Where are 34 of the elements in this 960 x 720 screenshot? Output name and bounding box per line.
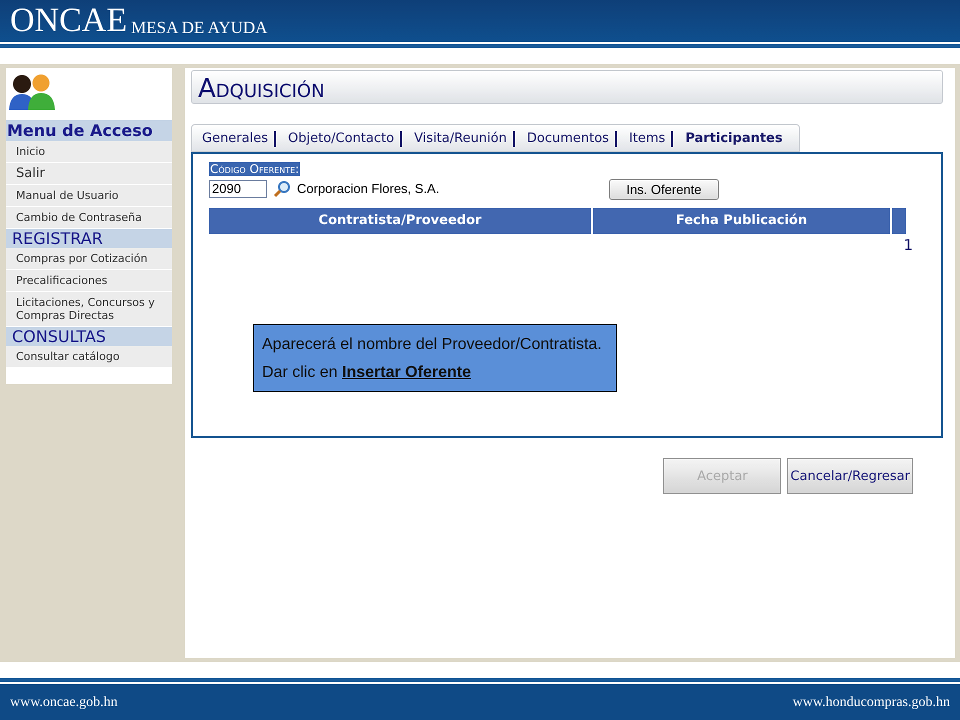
input-field[interactable]: 2090 [209,180,267,198]
sidebar-item[interactable]: Salir [6,163,172,185]
tab[interactable]: Visita/Reunión [408,131,515,147]
footer-link[interactable]: www.honducompras.gob.hn [792,695,950,711]
column-header [892,208,906,234]
header-subtitle: MESA DE AYUDA [131,18,268,38]
page-title: Adquisición [191,70,943,104]
sidebar-item[interactable]: Licitaciones, Concursos y Compras Directas [6,292,172,327]
search-icon[interactable] [273,180,291,198]
users-icon [8,72,56,112]
cancel-button[interactable]: Cancelar/Regresar [787,458,913,494]
tab[interactable]: Items [622,131,674,147]
supplier-name: Corporacion Flores, S.A. [297,181,440,196]
sidebar-heading: Menu de Acceso [6,120,172,141]
sidebar-item[interactable]: Inicio [6,141,172,163]
tab[interactable]: Objeto/Contacto [282,131,402,147]
column-header: Fecha Publicación [593,208,890,234]
sidebar-item[interactable]: Precalificaciones [6,270,172,292]
field-label: Código Oferente: [209,162,300,176]
sidebar-item[interactable]: Manual de Usuario [6,185,172,207]
insert-button[interactable]: Ins. Oferente [609,179,718,200]
sidebar-item[interactable]: Compras por Cotización [6,248,172,270]
logo: ONCAE [10,4,128,38]
sidebar-heading: REGISTRAR [6,229,172,248]
footer-link[interactable]: www.oncae.gob.hn [10,695,118,711]
sidebar-item[interactable]: Consultar catálogo [6,346,172,368]
page-link[interactable]: 1 [209,236,925,254]
tab[interactable]: Documentos [520,131,617,147]
tab[interactable]: Participantes [679,131,789,147]
sidebar-heading: CONSULTAS [6,327,172,346]
sidebar-item[interactable]: Cambio de Contraseña [6,207,172,229]
callout-note: Aparecerá el nombre del Proveedor/Contratista. Dar clic en Insertar Oferente [253,324,617,392]
tab[interactable]: Generales [196,131,276,147]
column-header: Contratista/Proveedor [209,208,591,234]
